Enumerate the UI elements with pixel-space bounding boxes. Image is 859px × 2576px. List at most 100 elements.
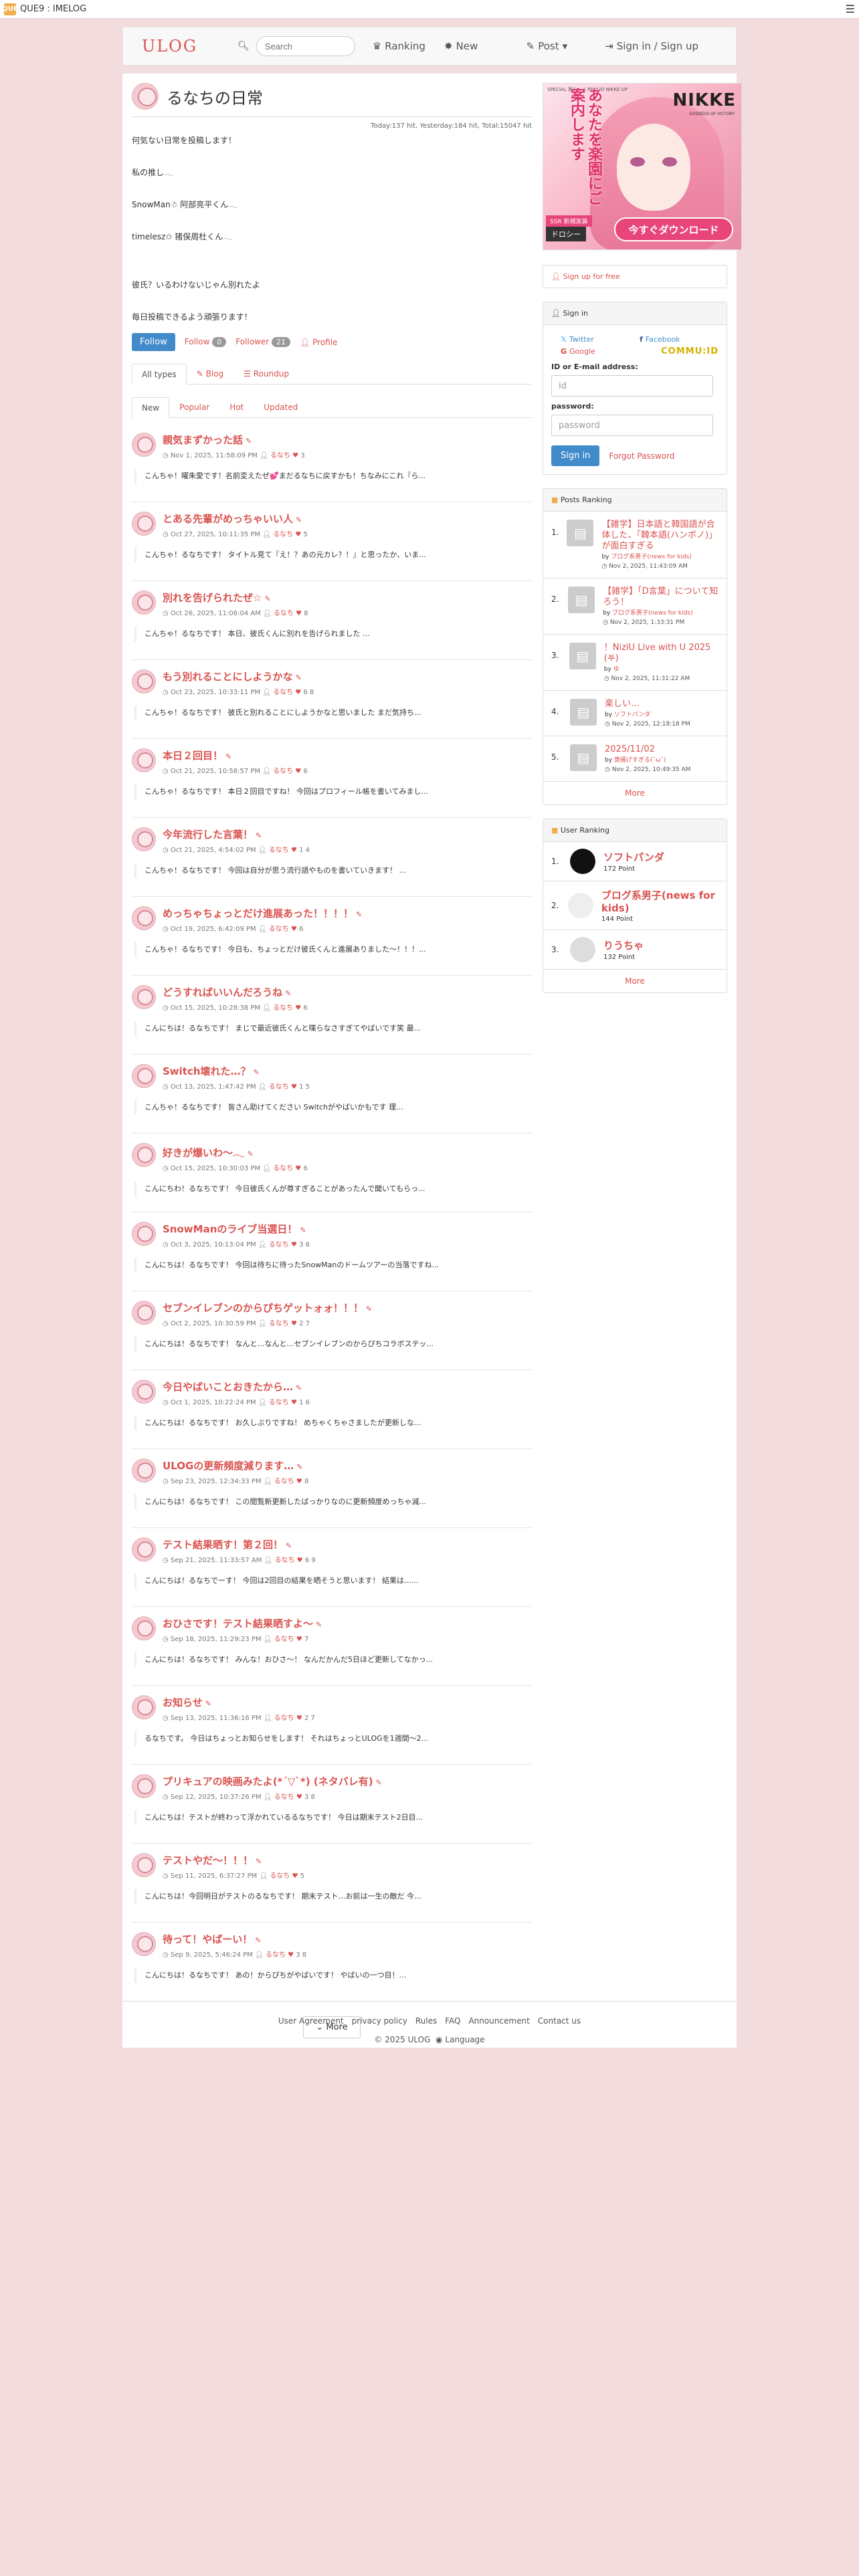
- post-title[interactable]: どうすればいいんだろうね ✎: [163, 985, 308, 999]
- nav-new[interactable]: ✸ New: [444, 40, 478, 52]
- post-title[interactable]: 待って！やばーい！ ✎: [163, 1932, 306, 1946]
- post-author-avatar[interactable]: [132, 433, 156, 457]
- post-author[interactable]: るなち: [266, 1951, 286, 1959]
- footer-link[interactable]: FAQ: [445, 2016, 460, 2026]
- post-title[interactable]: 今年流行した言葉！ ✎: [163, 827, 310, 841]
- post-author[interactable]: るなち: [274, 1636, 294, 1643]
- user-ranking-item[interactable]: 2. ブログ系男子(news for kids) 144 Point: [543, 881, 727, 930]
- facebook-login-link[interactable]: Facebook: [646, 335, 680, 344]
- post-author-avatar[interactable]: [132, 748, 156, 772]
- post-title[interactable]: SnowManのライブ当選日！ ✎: [163, 1222, 310, 1236]
- post-title[interactable]: 今日やばいことおきたから… ✎: [163, 1380, 310, 1394]
- nav-post-dropdown[interactable]: ✎ Post ▾: [527, 40, 568, 52]
- tab-popular[interactable]: Popular: [169, 397, 219, 417]
- post-title[interactable]: 別れを告げられたぜ☆ ✎: [163, 591, 308, 605]
- user-name[interactable]: りうちゃ: [603, 938, 644, 952]
- user-name[interactable]: ブログ系男子(news for kids): [601, 888, 719, 914]
- post-author[interactable]: るなち: [274, 1557, 294, 1564]
- post-author[interactable]: るなち: [273, 1165, 293, 1172]
- tab-roundup[interactable]: ☰ Roundup: [233, 363, 299, 384]
- twitter-login-link[interactable]: Twitter: [569, 335, 594, 344]
- posts-ranking-item[interactable]: 2. ▤ 【雑学】「D言葉」について知ろう！ by ブログ系男子(news for k…: [543, 578, 727, 635]
- user-ranking-item[interactable]: 1. ソフトパンダ 172 Point: [543, 842, 727, 881]
- post-title[interactable]: テスト結果晒す！第２回！ ✎: [163, 1537, 316, 1551]
- post-author[interactable]: るなち: [273, 768, 293, 775]
- post-title[interactable]: 好きが爆いわ〜𓂃 ✎: [163, 1143, 308, 1160]
- post-author-avatar[interactable]: [132, 1853, 156, 1877]
- nav-signin[interactable]: ⇥ Sign in / Sign up: [605, 40, 698, 52]
- post-author-avatar[interactable]: [132, 1459, 156, 1483]
- post-author-avatar[interactable]: [132, 1143, 156, 1167]
- post-author-avatar[interactable]: [132, 1616, 156, 1640]
- rank-post-title[interactable]: 【雑学】「D言葉」について知ろう！: [603, 586, 719, 608]
- search-input[interactable]: [256, 36, 355, 56]
- forgot-password-link[interactable]: Forgot Password: [609, 451, 674, 461]
- post-author-avatar[interactable]: [132, 1380, 156, 1404]
- rank-post-title[interactable]: ！NiziU Live with U 2025 (𖤐): [604, 643, 719, 664]
- tab-blog[interactable]: ✎ Blog: [187, 363, 233, 384]
- post-title[interactable]: 本日２回目！ ✎: [163, 748, 308, 762]
- post-author-avatar[interactable]: [132, 1537, 156, 1562]
- post-author[interactable]: るなち: [270, 1872, 290, 1880]
- user-avatar[interactable]: [567, 893, 593, 918]
- post-title[interactable]: もう別れることにしようかな ✎: [163, 669, 314, 683]
- tab-all-types[interactable]: All types: [132, 364, 187, 385]
- post-title[interactable]: めっちゃちょっとだけ進展あった！！！！ ✎: [163, 906, 362, 920]
- user-ranking-more[interactable]: More: [543, 970, 727, 992]
- post-author-avatar[interactable]: [132, 1932, 156, 1956]
- footer-link[interactable]: User Agreement: [278, 2016, 344, 2026]
- post-author-avatar[interactable]: [132, 1695, 156, 1719]
- user-ranking-item[interactable]: 3. りうちゃ 132 Point: [543, 930, 727, 970]
- post-author[interactable]: るなち: [273, 1004, 293, 1012]
- post-author[interactable]: るなち: [274, 1794, 294, 1801]
- post-title[interactable]: テストやだ〜！！！ ✎: [163, 1853, 304, 1867]
- footer-link[interactable]: Announcement: [468, 2016, 529, 2026]
- post-title[interactable]: Switch壊れた…？ ✎: [163, 1064, 310, 1078]
- post-title[interactable]: プリキュアの映画みたよ(*´▽`*) (ネタバレ有) ✎: [163, 1774, 382, 1788]
- post-author[interactable]: るなち: [269, 1083, 289, 1091]
- post-author[interactable]: るなち: [269, 1241, 289, 1249]
- post-title[interactable]: ULOGの更新頻度減ります… ✎: [163, 1459, 308, 1473]
- post-author[interactable]: るなち: [273, 531, 293, 538]
- post-author[interactable]: るなち: [274, 1478, 294, 1485]
- post-author-avatar[interactable]: [132, 1222, 156, 1246]
- signin-button[interactable]: Sign in: [551, 445, 600, 466]
- post-author-avatar[interactable]: [132, 591, 156, 615]
- language-link[interactable]: Language: [445, 2035, 484, 2044]
- post-author-avatar[interactable]: [132, 1064, 156, 1088]
- post-title[interactable]: 親気まずかった話 ✎: [163, 433, 305, 447]
- post-author[interactable]: るなち: [273, 689, 293, 696]
- post-author[interactable]: るなち: [274, 610, 294, 617]
- post-author-avatar[interactable]: [132, 827, 156, 851]
- id-input[interactable]: id: [551, 375, 713, 397]
- follower-count-link[interactable]: Follower 21: [235, 337, 291, 347]
- posts-ranking-item[interactable]: 3. ▤ ！NiziU Live with U 2025 (𖤐) by ゆ ◷ Nov …: [543, 635, 727, 691]
- post-author[interactable]: るなち: [270, 452, 290, 459]
- footer-link[interactable]: Contact us: [538, 2016, 581, 2026]
- post-title[interactable]: お知らせ ✎: [163, 1695, 315, 1709]
- advertisement-banner[interactable]: SPECIAL 第7 ★ A PROUD NIKKE UP あなたを楽園にご案内…: [543, 83, 742, 250]
- posts-ranking-item[interactable]: 1. ▤ 【雑学】日本語と韓国語が合体した、「韓本語(ハンボノ)」が面白すぎる by …: [543, 512, 727, 578]
- post-author[interactable]: るなち: [269, 926, 289, 933]
- search-icon[interactable]: 🔍︎: [237, 41, 250, 51]
- footer-link[interactable]: privacy policy: [352, 2016, 407, 2026]
- nav-ranking[interactable]: ♛ Ranking: [373, 40, 425, 52]
- tab-new[interactable]: New: [132, 397, 170, 418]
- profile-link[interactable]: 👤︎ Profile: [300, 338, 337, 347]
- user-avatar[interactable]: [570, 937, 595, 962]
- footer-link[interactable]: Rules: [415, 2016, 437, 2026]
- post-title[interactable]: セブンイレブンのからぴちゲットォォ！！！ ✎: [163, 1301, 372, 1315]
- tab-updated[interactable]: Updated: [254, 397, 308, 417]
- signup-link[interactable]: 👤︎ Sign up for free: [551, 272, 620, 281]
- rank-post-title[interactable]: 楽しい…: [605, 699, 690, 710]
- post-author[interactable]: るなち: [269, 1399, 289, 1406]
- post-author-avatar[interactable]: [132, 906, 156, 930]
- post-author-avatar[interactable]: [132, 985, 156, 1009]
- ad-download-button[interactable]: 今すぐダウンロード: [614, 217, 733, 241]
- rank-post-title[interactable]: 【雑学】日本語と韓国語が合体した、「韓本語(ハンボノ)」が面白すぎる: [601, 520, 719, 552]
- post-author-avatar[interactable]: [132, 1774, 156, 1798]
- post-title[interactable]: とある先輩がめっちゃいい人 ✎: [163, 512, 308, 526]
- post-title[interactable]: おひさです！テスト結果晒すよ〜 ✎: [163, 1616, 322, 1630]
- posts-ranking-item[interactable]: 4. ▤ 楽しい… by ソフトパンダ ◷ Nov 2, 2025, 12:18:18 …: [543, 691, 727, 736]
- brand-logo[interactable]: ULOG: [142, 37, 197, 56]
